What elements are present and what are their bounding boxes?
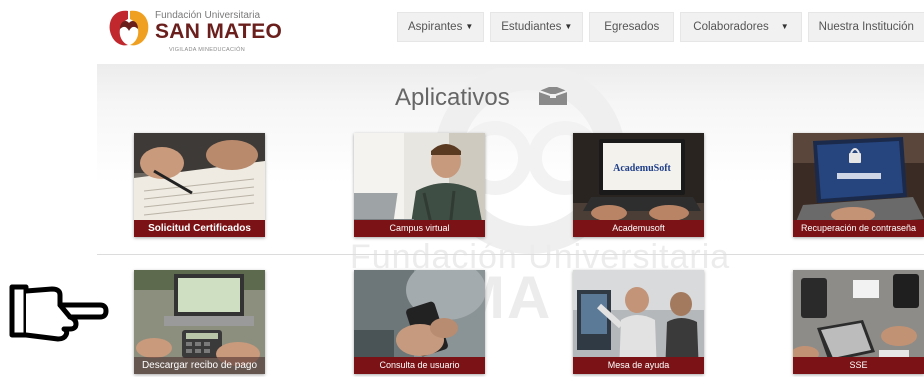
tile-recuperacion-contrasena[interactable]: Recuperación de contraseña bbox=[793, 133, 924, 237]
tile-academusoft[interactable]: AcademuSoft Academusoft bbox=[573, 133, 704, 237]
tile-sse[interactable]: SSE bbox=[793, 270, 924, 374]
nav-nuestra-institucion[interactable]: Nuestra Institución bbox=[807, 12, 924, 42]
section-title: Aplicativos bbox=[395, 84, 510, 111]
nav-colaboradores[interactable]: Colaboradores ▼ bbox=[680, 12, 802, 42]
tile-descargar-recibo[interactable]: Descargar recibo de pago bbox=[134, 270, 265, 374]
academusoft-screen-text: AcademuSoft bbox=[613, 163, 671, 174]
nav-estudiantes-label: Estudiantes bbox=[501, 21, 562, 34]
caret-down-icon: ▼ bbox=[780, 22, 789, 31]
site-header: Fundación Universitaria SAN MATEO VIGILA… bbox=[97, 0, 924, 64]
tile-label: Consulta de usuario bbox=[354, 357, 485, 374]
tile-label: Descargar recibo de pago bbox=[134, 357, 265, 374]
caret-down-icon: ▼ bbox=[564, 22, 573, 31]
tile-label: SSE bbox=[793, 357, 924, 374]
nav-colaboradores-label: Colaboradores bbox=[693, 21, 769, 34]
tile-solicitud-certificados[interactable]: Solicitud Certificados bbox=[134, 133, 265, 237]
main-nav: Aspirantes ▼ Estudiantes ▼ Egresados Colab… bbox=[397, 12, 924, 42]
logo-tagline: VIGILADA MINEDUCACIÓN bbox=[169, 47, 245, 53]
tile-consulta-usuario[interactable]: Consulta de usuario bbox=[354, 270, 485, 374]
nav-nuestra-institucion-label: Nuestra Institución bbox=[818, 21, 914, 33]
logo-mark-icon[interactable] bbox=[106, 7, 152, 51]
briefcase-icon bbox=[538, 87, 568, 105]
nav-aspirantes[interactable]: Aspirantes ▼ bbox=[397, 12, 485, 42]
tile-campus-virtual[interactable]: Campus virtual bbox=[354, 133, 485, 237]
tile-label: Academusoft bbox=[573, 220, 704, 237]
tile-label: Recuperación de contraseña bbox=[793, 220, 924, 237]
pointing-hand-icon bbox=[9, 284, 109, 342]
section-divider bbox=[97, 254, 924, 255]
nav-egresados[interactable]: Egresados bbox=[589, 12, 675, 42]
caret-down-icon: ▼ bbox=[465, 22, 474, 31]
nav-estudiantes[interactable]: Estudiantes ▼ bbox=[490, 12, 584, 42]
tile-mesa-ayuda[interactable]: Mesa de ayuda bbox=[573, 270, 704, 374]
nav-egresados-label: Egresados bbox=[604, 21, 660, 33]
tile-label: Mesa de ayuda bbox=[573, 357, 704, 374]
tile-label: Solicitud Certificados bbox=[134, 220, 265, 237]
tile-label: Campus virtual bbox=[354, 220, 485, 237]
logo-title[interactable]: SAN MATEO bbox=[155, 20, 282, 44]
nav-aspirantes-label: Aspirantes bbox=[408, 21, 463, 34]
page: Fundación Universitaria MA Fundación Uni… bbox=[0, 0, 924, 377]
